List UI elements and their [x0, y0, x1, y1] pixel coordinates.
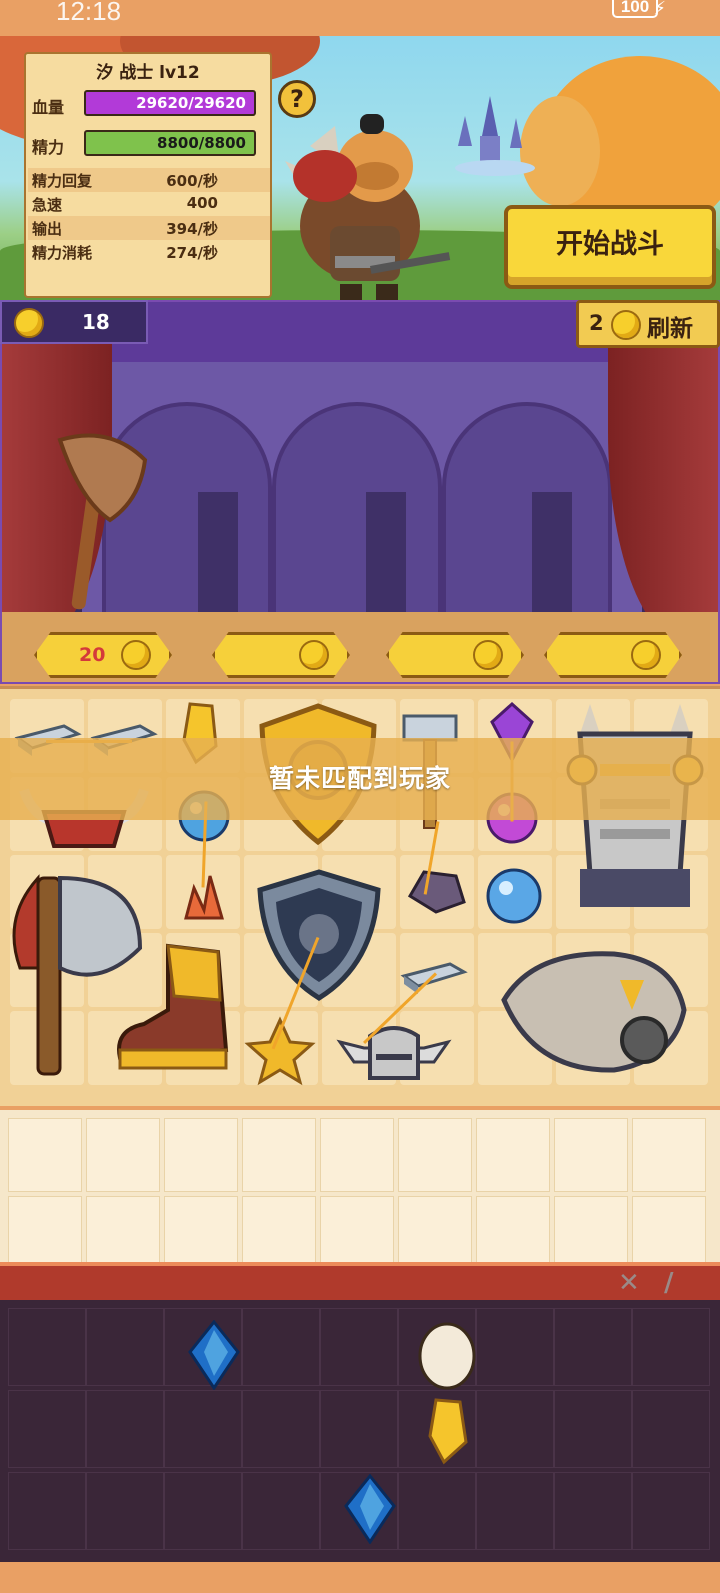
stone-icon[interactable] — [404, 866, 468, 916]
clock: 12:18 — [56, 0, 122, 26]
shop-price-tag[interactable] — [544, 632, 682, 678]
stash-slot[interactable] — [86, 1118, 160, 1192]
energy-label: 精力 — [32, 138, 65, 157]
sapphire-icon[interactable] — [342, 1474, 398, 1544]
stash-slot[interactable] — [398, 1118, 472, 1192]
storage-slot[interactable] — [476, 1308, 554, 1386]
stash-slot[interactable] — [164, 1118, 238, 1192]
coin-balance: 18 — [0, 300, 148, 344]
sapphire-icon[interactable] — [186, 1320, 242, 1390]
coin-icon — [14, 308, 44, 338]
storage-slot[interactable] — [86, 1390, 164, 1468]
golden-boot-icon[interactable] — [108, 940, 240, 1080]
price-value: 20 — [79, 644, 106, 666]
storage-slot[interactable] — [554, 1390, 632, 1468]
stash-slot[interactable] — [476, 1118, 550, 1192]
help-button[interactable]: ? — [278, 80, 316, 118]
stat-label: 输出 — [32, 220, 63, 238]
match-status-toast: 暂未匹配到玩家 — [0, 738, 720, 820]
stat-label: 精力回复 — [32, 172, 93, 190]
sapphire-orb-icon[interactable] — [484, 866, 544, 926]
storage-slot[interactable] — [632, 1390, 710, 1468]
storage-slot[interactable] — [632, 1472, 710, 1550]
refresh-button[interactable]: 2 刷新 — [576, 300, 720, 348]
coin-icon — [121, 640, 151, 670]
storage-slot[interactable] — [554, 1472, 632, 1550]
storage-slot[interactable] — [398, 1472, 476, 1550]
stash-slot[interactable] — [476, 1196, 550, 1270]
divider-strip — [0, 1262, 720, 1302]
stash-slot[interactable] — [86, 1196, 160, 1270]
stat-value: 274/秒 — [166, 244, 218, 262]
stash-slot[interactable] — [554, 1118, 628, 1192]
castle-icon — [455, 96, 535, 176]
shop-price-tag[interactable] — [386, 632, 524, 678]
shop-price-tag[interactable]: 20 — [34, 632, 172, 678]
storage-slot[interactable] — [320, 1390, 398, 1468]
refresh-cost: 2 — [589, 311, 604, 335]
stash-slot[interactable] — [8, 1196, 82, 1270]
stash-slot[interactable] — [320, 1196, 394, 1270]
stash-slot[interactable] — [320, 1118, 394, 1192]
gold-crystal-icon[interactable] — [422, 1396, 478, 1466]
charging-icon: ⚡ — [653, 0, 666, 19]
storage-slot[interactable] — [476, 1390, 554, 1468]
coin-icon — [473, 640, 503, 670]
stat-value: 600/秒 — [166, 172, 218, 190]
shop-price-tag[interactable] — [212, 632, 350, 678]
storage-slot[interactable] — [8, 1308, 86, 1386]
storage-slot[interactable] — [86, 1472, 164, 1550]
stash-slot[interactable] — [632, 1196, 706, 1270]
stash-slot[interactable] — [398, 1196, 472, 1270]
orc-warrior-avatar[interactable] — [280, 106, 460, 300]
start-battle-button[interactable]: 开始战斗 — [504, 205, 716, 289]
storage-slot[interactable] — [86, 1308, 164, 1386]
storage-slot[interactable] — [632, 1308, 710, 1386]
stash-slot[interactable] — [8, 1118, 82, 1192]
egg-icon[interactable] — [416, 1318, 478, 1390]
refresh-label: 刷新 — [647, 316, 693, 342]
stash-slot[interactable] — [554, 1196, 628, 1270]
stash-slot[interactable] — [164, 1196, 238, 1270]
battery-icon: 100 — [612, 0, 658, 18]
hero-name-level: 汐 战士 lv12 — [96, 63, 200, 83]
storage-slot[interactable] — [554, 1308, 632, 1386]
hero-stats-panel: 汐 战士 lv12 血量 29620/29620 精力 8800/8800 精力… — [24, 52, 272, 298]
storage-slot[interactable] — [242, 1472, 320, 1550]
coin-icon — [631, 640, 661, 670]
close-icon[interactable]: ✕ — [618, 1268, 640, 1298]
storage-slot[interactable] — [164, 1390, 242, 1468]
sword-icon[interactable]: / — [664, 1268, 674, 1298]
coin-icon — [611, 310, 641, 340]
wolf-shield-icon[interactable] — [254, 868, 384, 1002]
storage-slot[interactable] — [8, 1390, 86, 1468]
storage-slot[interactable] — [320, 1308, 398, 1386]
stat-value: 394/秒 — [166, 220, 218, 238]
storage-slot[interactable] — [242, 1308, 320, 1386]
stat-label: 精力消耗 — [32, 244, 93, 262]
hp-bar: 29620/29620 — [84, 90, 256, 116]
storage-slot[interactable] — [164, 1472, 242, 1550]
gauntlet-icon[interactable] — [494, 940, 694, 1082]
axe-icon[interactable] — [50, 430, 150, 610]
coin-count: 18 — [82, 310, 110, 334]
stash-slot[interactable] — [242, 1196, 316, 1270]
energy-bar: 8800/8800 — [84, 130, 256, 156]
hp-label: 血量 — [32, 98, 65, 117]
storage-slot[interactable] — [476, 1472, 554, 1550]
coin-icon — [299, 640, 329, 670]
stash-slot[interactable] — [632, 1118, 706, 1192]
bottom-bar — [0, 1562, 720, 1593]
stat-label: 急速 — [32, 196, 63, 214]
stash-slot[interactable] — [242, 1118, 316, 1192]
stat-value: 400 — [186, 194, 218, 212]
storage-slot[interactable] — [8, 1472, 86, 1550]
knight-helmet-icon[interactable] — [334, 1018, 454, 1084]
storage-slot[interactable] — [242, 1390, 320, 1468]
status-bar: 12:18 100 ⚡ — [0, 0, 720, 36]
